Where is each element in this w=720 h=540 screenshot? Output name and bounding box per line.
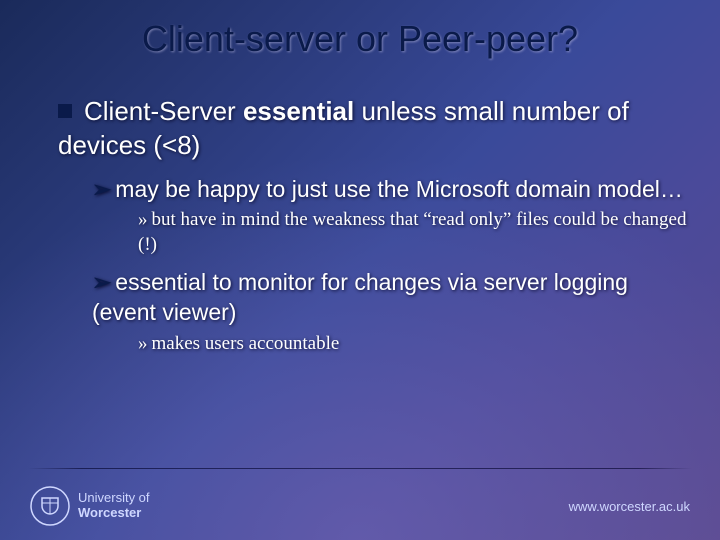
logo-line2: Worcester	[78, 506, 150, 521]
bullet1-text-bold: essential	[243, 96, 354, 126]
sub2a-text: makes users accountable	[152, 333, 340, 354]
slide-body: Client-Server essential unless small num…	[58, 95, 690, 366]
crest-icon	[30, 486, 70, 526]
footer-url: www.worcester.ac.uk	[569, 499, 690, 514]
slide-title: Client-server or Peer-peer?	[0, 18, 720, 60]
bullet-level3: »but have in mind the weakness that “rea…	[138, 208, 690, 257]
raquo-icon: »	[138, 209, 148, 230]
logo-text: University of Worcester	[78, 491, 150, 521]
square-bullet-icon	[58, 104, 72, 118]
logo-line1: University of	[78, 490, 150, 505]
slide-footer: University of Worcester www.worcester.ac…	[0, 462, 720, 540]
bullet-level1: Client-Server essential unless small num…	[58, 95, 690, 163]
bullet-level2: ➢essential to monitor for changes via se…	[92, 268, 690, 328]
sub2-text: essential to monitor for changes via ser…	[92, 269, 628, 325]
bullet-level2: ➢may be happy to just use the Microsoft …	[92, 175, 690, 205]
university-logo: University of Worcester	[30, 486, 150, 526]
bullet1-text-plain: Client-Server	[84, 96, 243, 126]
chevron-right-icon: ➢	[92, 176, 111, 202]
sub1-text: may be happy to just use the Microsoft d…	[115, 176, 683, 202]
sub1a-text: but have in mind the weakness that “read…	[138, 209, 687, 255]
chevron-right-icon: ➢	[92, 269, 111, 295]
footer-divider	[28, 468, 692, 469]
raquo-icon: »	[138, 333, 148, 354]
bullet-level3: »makes users accountable	[138, 332, 690, 357]
